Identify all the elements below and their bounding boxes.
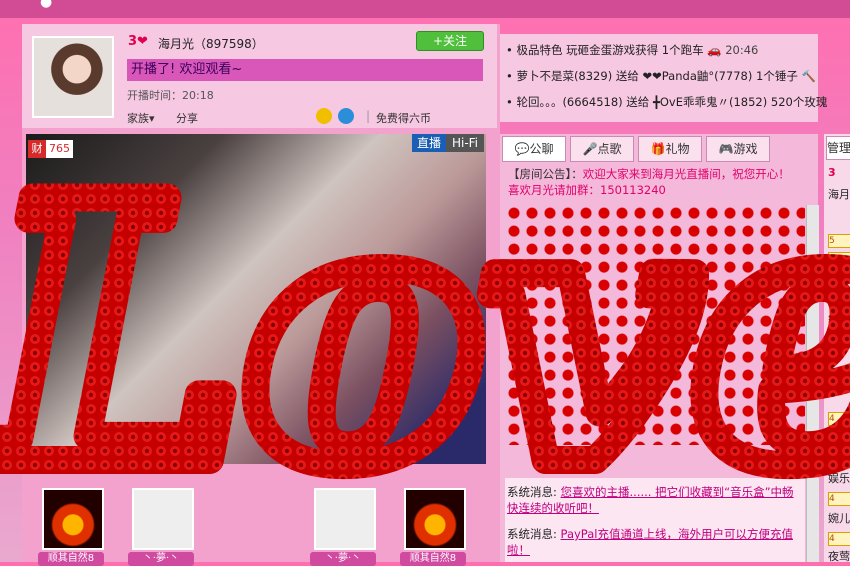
- welcome-banner: 开播了! 欢迎观看~: [127, 59, 483, 81]
- fan-label: 丶·夢·丶: [128, 552, 194, 566]
- share-button[interactable]: 分享: [176, 110, 198, 126]
- user-level-badge: 4: [828, 492, 850, 506]
- manager-user[interactable]: 纯: [828, 310, 839, 326]
- manager-user[interactable]: 婉儿: [828, 510, 850, 526]
- fan-row: 顺其自然8 丶·夢·丶 丶·夢·丶 顺其自然8: [26, 470, 496, 566]
- host-name: 海月光（897598）: [158, 37, 264, 51]
- news-item: • 轮回。。。(6664518) 送给 ╋OvE乖乖鬼〃(1852) 520个玫…: [506, 95, 828, 109]
- p-icon[interactable]: [338, 108, 354, 124]
- star-icon[interactable]: [316, 108, 332, 124]
- news-item: • 萝卜不是菜(8329) 送给 ❤❤Panda鼬°(7778) 1个锤子 🔨: [506, 69, 816, 83]
- microphone-icon: 🎤: [582, 142, 598, 156]
- news-item: • 极品特色 玩砸金蛋游戏获得 1个跑车 🚗 20:46: [506, 43, 759, 57]
- fan-avatar[interactable]: [42, 488, 104, 550]
- hifi-toggle[interactable]: Hi-Fi: [446, 134, 484, 152]
- fan-avatar[interactable]: [132, 488, 194, 550]
- user-level-badge: 4: [828, 412, 850, 426]
- user-level-badge: 4: [828, 372, 850, 386]
- gift-icon: 🎁: [650, 142, 666, 156]
- tab-song-request[interactable]: 🎤点歌: [570, 136, 634, 162]
- log-scrollbar[interactable]: [806, 478, 819, 562]
- tab-games[interactable]: 🎮游戏: [706, 136, 770, 162]
- start-time: 开播时间：20:18: [127, 89, 214, 102]
- system-message: 系统消息: PayPal充值通道上线，海外用户可以方便充值啦！: [507, 527, 793, 557]
- follow-button[interactable]: +关注: [416, 31, 484, 51]
- host-level-badge: 3❤: [128, 34, 148, 49]
- manager-level: 3: [828, 166, 836, 179]
- wealth-value: 765: [46, 140, 73, 158]
- tab-gifts[interactable]: 🎁礼物: [638, 136, 702, 162]
- manager-name: 海月: [828, 188, 850, 201]
- scroll-down-icon[interactable]: ▼: [806, 440, 818, 450]
- rose-gift-grid: [505, 205, 805, 445]
- free-coin-link[interactable]: 免费得六币: [376, 110, 431, 126]
- fan-avatar[interactable]: [238, 488, 282, 550]
- top-bar-glyph: ●: [40, 0, 53, 10]
- host-avatar[interactable]: [32, 36, 114, 118]
- live-badge: 直播: [412, 134, 446, 152]
- chat-scrollbar[interactable]: [806, 205, 819, 450]
- video-stream[interactable]: [26, 134, 486, 464]
- chat-bubble-icon: 💬: [514, 142, 530, 156]
- tab-manager[interactable]: 管理: [826, 136, 850, 160]
- user-level-badge: 2: [828, 252, 850, 266]
- fan-label: 顺其自然8: [400, 552, 466, 566]
- wealth-badge: 财: [28, 140, 46, 158]
- fan-label: 顺其自然8: [38, 552, 104, 566]
- tab-public-chat[interactable]: 💬公聊: [502, 136, 566, 162]
- chat-partial-text: 玫瑰: [574, 447, 597, 461]
- system-message-log: 系统消息: 您喜欢的主播...... 把它们收藏到“音乐盒”中畅快连续的收听吧！…: [505, 478, 805, 562]
- divider: |: [366, 109, 371, 123]
- chevron-down-icon: ▾: [149, 112, 155, 125]
- user-level-badge: 3: [828, 332, 850, 346]
- fan-avatar[interactable]: [404, 488, 466, 550]
- gamepad-icon: 🎮: [718, 142, 734, 156]
- fan-avatar[interactable]: [314, 488, 376, 550]
- room-announcement: 【房间公告】：欢迎大家来到海月光直播间，祝您开心！ 喜欢月光请加群：150113…: [508, 167, 790, 197]
- hammer-icon: 🔨: [801, 69, 816, 83]
- manager-user[interactable]: 娱乐: [828, 470, 850, 486]
- manager-user[interactable]: 善于: [828, 430, 850, 446]
- user-level-badge: 5: [828, 234, 850, 248]
- fan-label: 丶·夢·丶: [310, 552, 376, 566]
- family-dropdown[interactable]: 家族▾: [127, 110, 155, 126]
- user-level-badge: 4: [828, 532, 850, 546]
- user-level-badge: 6: [828, 292, 850, 306]
- car-icon: 🚗: [707, 43, 722, 57]
- user-level-badge: 4: [828, 452, 850, 466]
- system-message: 系统消息: 您喜欢的主播...... 把它们收藏到“音乐盒”中畅快连续的收听吧！: [507, 485, 794, 515]
- manager-user[interactable]: 雨: [828, 270, 839, 286]
- top-bar: ●: [0, 0, 850, 18]
